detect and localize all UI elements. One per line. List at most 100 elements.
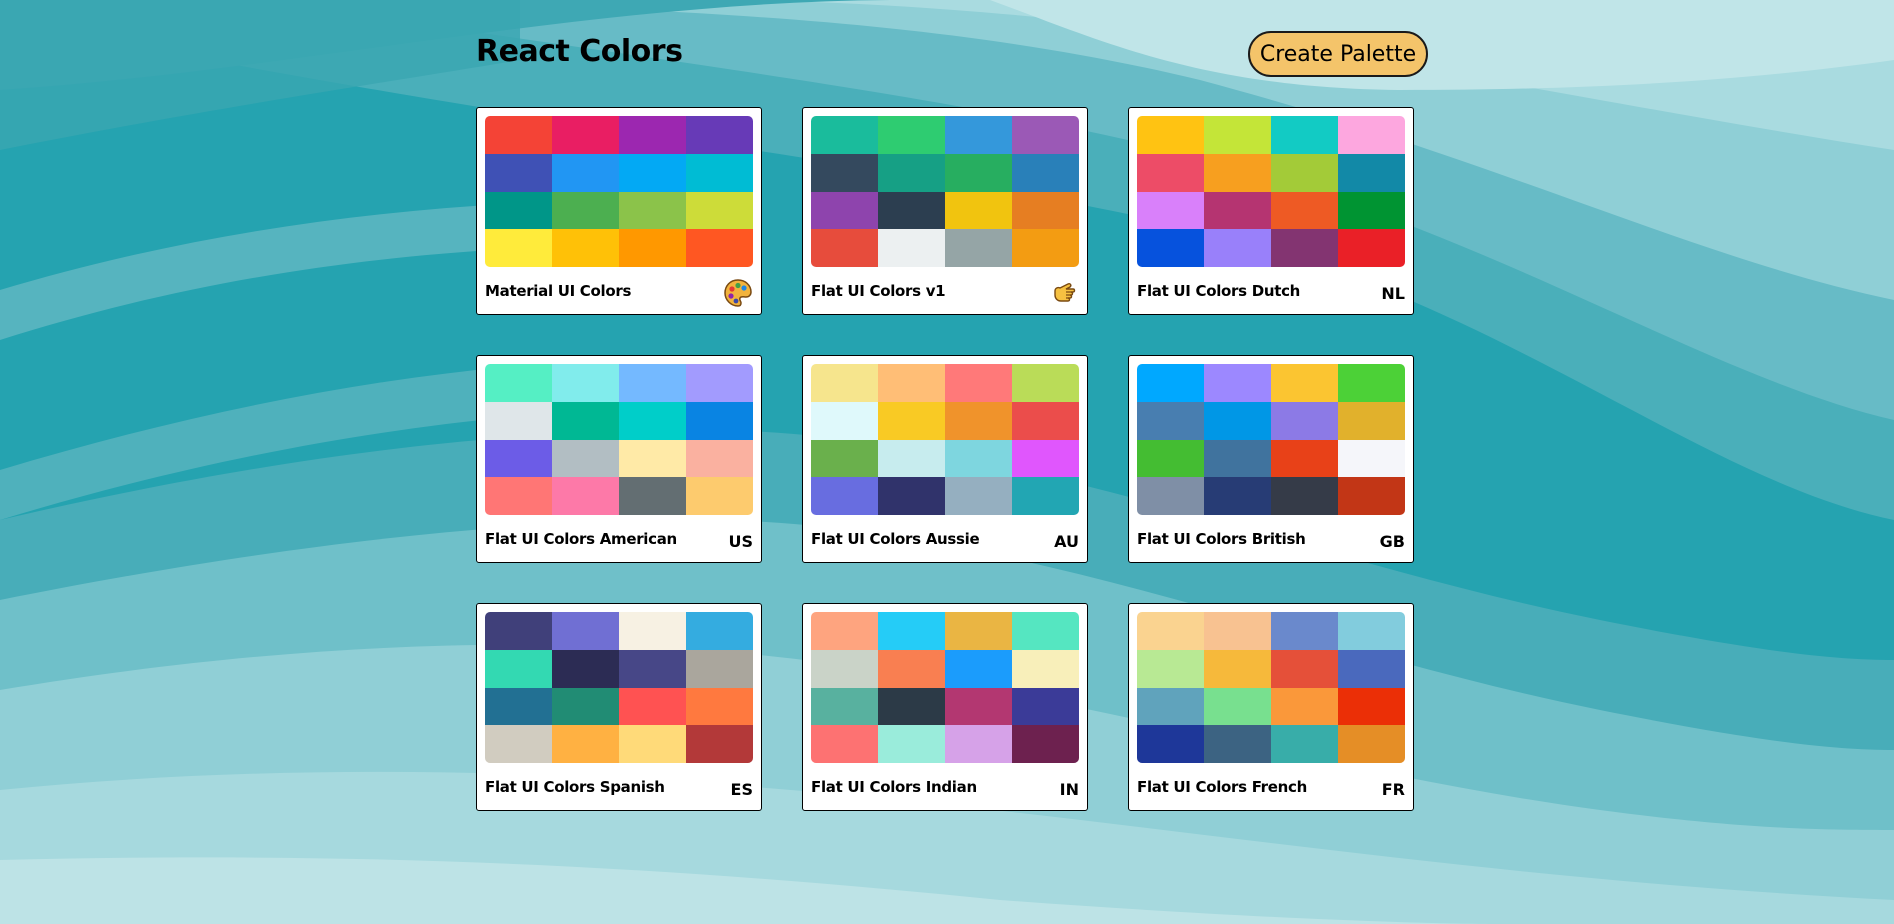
color-swatch [619,612,686,650]
color-swatch [686,725,753,763]
color-swatch [619,477,686,515]
color-swatch [686,229,753,267]
palette-swatches [1137,612,1405,763]
color-swatch [945,229,1012,267]
color-swatch [1204,687,1271,726]
color-swatch [945,153,1012,192]
color-swatch [1012,477,1079,515]
color-swatch [1271,612,1338,650]
color-swatch [1204,364,1271,402]
color-swatch [552,364,619,402]
color-swatch [1012,649,1079,688]
color-swatch [811,612,878,650]
color-swatch [811,687,878,726]
color-swatch [1204,229,1271,267]
color-swatch [1338,725,1405,763]
color-swatch [552,477,619,515]
color-swatch [1271,477,1338,515]
color-swatch [878,364,945,402]
color-swatch [1271,364,1338,402]
color-swatch [686,649,753,688]
color-swatch [1137,116,1204,154]
color-swatch [552,153,619,192]
color-swatch [686,477,753,515]
palette-swatches [811,116,1079,267]
color-swatch [945,477,1012,515]
color-swatch [1204,401,1271,440]
color-swatch [945,649,1012,688]
color-swatch [1338,116,1405,154]
palette-swatches [485,612,753,763]
palette-country-code: IN [1059,780,1079,799]
color-swatch [811,439,878,478]
palette-card[interactable]: Flat UI Colors Spanish ES [476,603,762,811]
color-swatch [619,439,686,478]
color-swatch [1338,687,1405,726]
color-swatch [1204,649,1271,688]
color-swatch [619,153,686,192]
color-swatch [811,364,878,402]
color-swatch [1271,725,1338,763]
palette-card[interactable]: Material UI Colors [476,107,762,315]
palette-country-code: NL [1381,284,1405,303]
color-swatch [1338,401,1405,440]
page-title: React Colors [476,34,683,69]
create-palette-button[interactable]: Create Palette [1248,31,1428,77]
color-swatch [485,229,552,267]
palette-card[interactable]: Flat UI Colors French FR [1128,603,1414,811]
color-swatch [945,116,1012,154]
palette-swatches [1137,364,1405,515]
color-swatch [485,116,552,154]
color-swatch [1338,649,1405,688]
color-swatch [1137,191,1204,230]
color-swatch [1271,401,1338,440]
color-swatch [485,364,552,402]
color-swatch [1338,439,1405,478]
color-swatch [878,153,945,192]
palette-icon [723,278,753,308]
color-swatch [1204,153,1271,192]
color-swatch [1338,229,1405,267]
color-swatch [878,477,945,515]
header: React Colors Create Palette [476,30,1428,80]
color-swatch [686,439,753,478]
color-swatch [485,725,552,763]
palette-name: Flat UI Colors Dutch [1137,282,1301,300]
color-swatch [1137,364,1204,402]
color-swatch [552,191,619,230]
color-swatch [1338,191,1405,230]
color-swatch [686,401,753,440]
palette-card[interactable]: Flat UI Colors British GB [1128,355,1414,563]
palette-card[interactable]: Flat UI Colors Indian IN [802,603,1088,811]
color-swatch [485,401,552,440]
palette-card[interactable]: Flat UI Colors Dutch NL [1128,107,1414,315]
color-swatch [619,687,686,726]
color-swatch [811,153,878,192]
color-swatch [485,612,552,650]
color-swatch [686,364,753,402]
color-swatch [485,153,552,192]
color-swatch [1204,191,1271,230]
palette-card[interactable]: Flat UI Colors v1 [802,107,1088,315]
color-swatch [1204,439,1271,478]
color-swatch [1271,687,1338,726]
palette-card[interactable]: Flat UI Colors Aussie AU [802,355,1088,563]
color-swatch [878,687,945,726]
color-swatch [1137,439,1204,478]
color-swatch [811,116,878,154]
color-swatch [1137,725,1204,763]
color-swatch [1137,477,1204,515]
palette-name: Flat UI Colors Aussie [811,530,980,548]
color-swatch [878,725,945,763]
palette-country-code: ES [730,780,753,799]
palette-name: Flat UI Colors Spanish [485,778,665,796]
color-swatch [1012,116,1079,154]
palette-card[interactable]: Flat UI Colors American US [476,355,762,563]
color-swatch [811,229,878,267]
color-swatch [1271,649,1338,688]
color-swatch [619,649,686,688]
palette-grid: Material UI Colors Flat UI Colors v1 Flat … [476,107,1414,811]
palette-name: Flat UI Colors French [1137,778,1308,796]
palette-country-code: AU [1054,532,1079,551]
color-swatch [1012,153,1079,192]
